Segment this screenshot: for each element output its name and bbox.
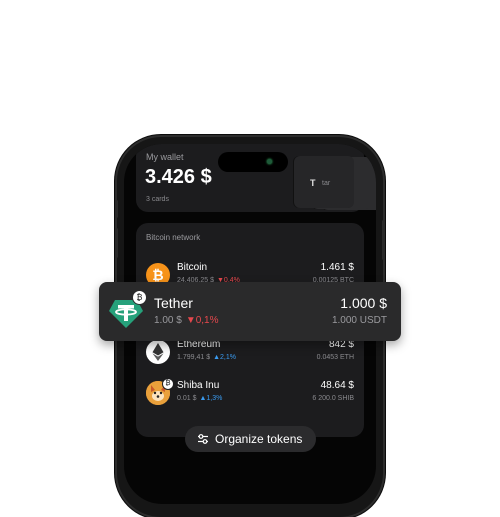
token-change: ▼0,1% [185,315,219,326]
token-amount: 6 200.0 SHIB [312,395,354,402]
token-amount: 0.0453 ETH [316,354,354,361]
token-value: 1.000 $ [340,295,387,311]
token-value: 48.64 $ [320,380,354,391]
token-price: 0.01 $ [177,395,197,402]
organize-tokens-label: Organize tokens [215,432,303,446]
wallet-balance: 3.426 $ [145,166,212,188]
token-row-ethereum[interactable]: Ethereum 1.799,41 $ ▲2,1% 842 $ 0.0453 ET… [136,338,364,372]
token-name: Tether [154,295,193,311]
token-name: Shiba Inu [177,380,220,391]
token-row-tether-highlighted[interactable]: ₿ Tether 1.00 $ ▼0,1% 1.000 $ 1.000 USDT [99,282,401,341]
wallet-card-count: 3 cards [146,196,169,203]
token-price-line: 0.01 $ ▲1,3% [177,395,222,402]
token-amount: 1.000 USDT [331,315,387,326]
token-row-shiba-inu[interactable]: ₿ Shiba Inu 0.01 $ ▲1,3% 48.64 $ 6 200.0 … [136,378,364,413]
token-price: 1.00 $ [154,315,182,326]
token-change-value: 2,1% [220,354,236,361]
token-name: Bitcoin [177,262,208,273]
organize-tokens-button[interactable]: Organize tokens [185,426,316,452]
token-change-value: 0,1% [195,315,219,326]
token-change: ▲1,3% [199,395,223,402]
dynamic-island [218,152,288,172]
card-brand-text: tar [322,180,331,187]
phone-side-button [115,200,118,218]
ethereum-icon [146,340,170,364]
phone-volume-button [115,228,118,258]
token-value: 1.461 $ [320,262,354,273]
token-change: ▲2,1% [213,354,236,361]
camera-dot [267,159,272,164]
sliders-icon [198,434,208,444]
token-price: 1.799,41 $ [177,354,211,361]
token-change-value: 1,3% [206,395,223,402]
token-price-line: 1.00 $ ▼0,1% [154,315,219,326]
card-logo: T [310,178,316,188]
phone-power-button [382,220,385,260]
network-badge-icon: ₿ [132,290,147,305]
token-price-line: 1.799,41 $ ▲2,1% [177,354,236,361]
wallet-title: My wallet [146,152,184,162]
stacked-card-front[interactable]: T tar [294,156,354,208]
network-title: Bitcoin network [146,233,201,242]
network-badge-icon: ₿ [162,378,174,390]
